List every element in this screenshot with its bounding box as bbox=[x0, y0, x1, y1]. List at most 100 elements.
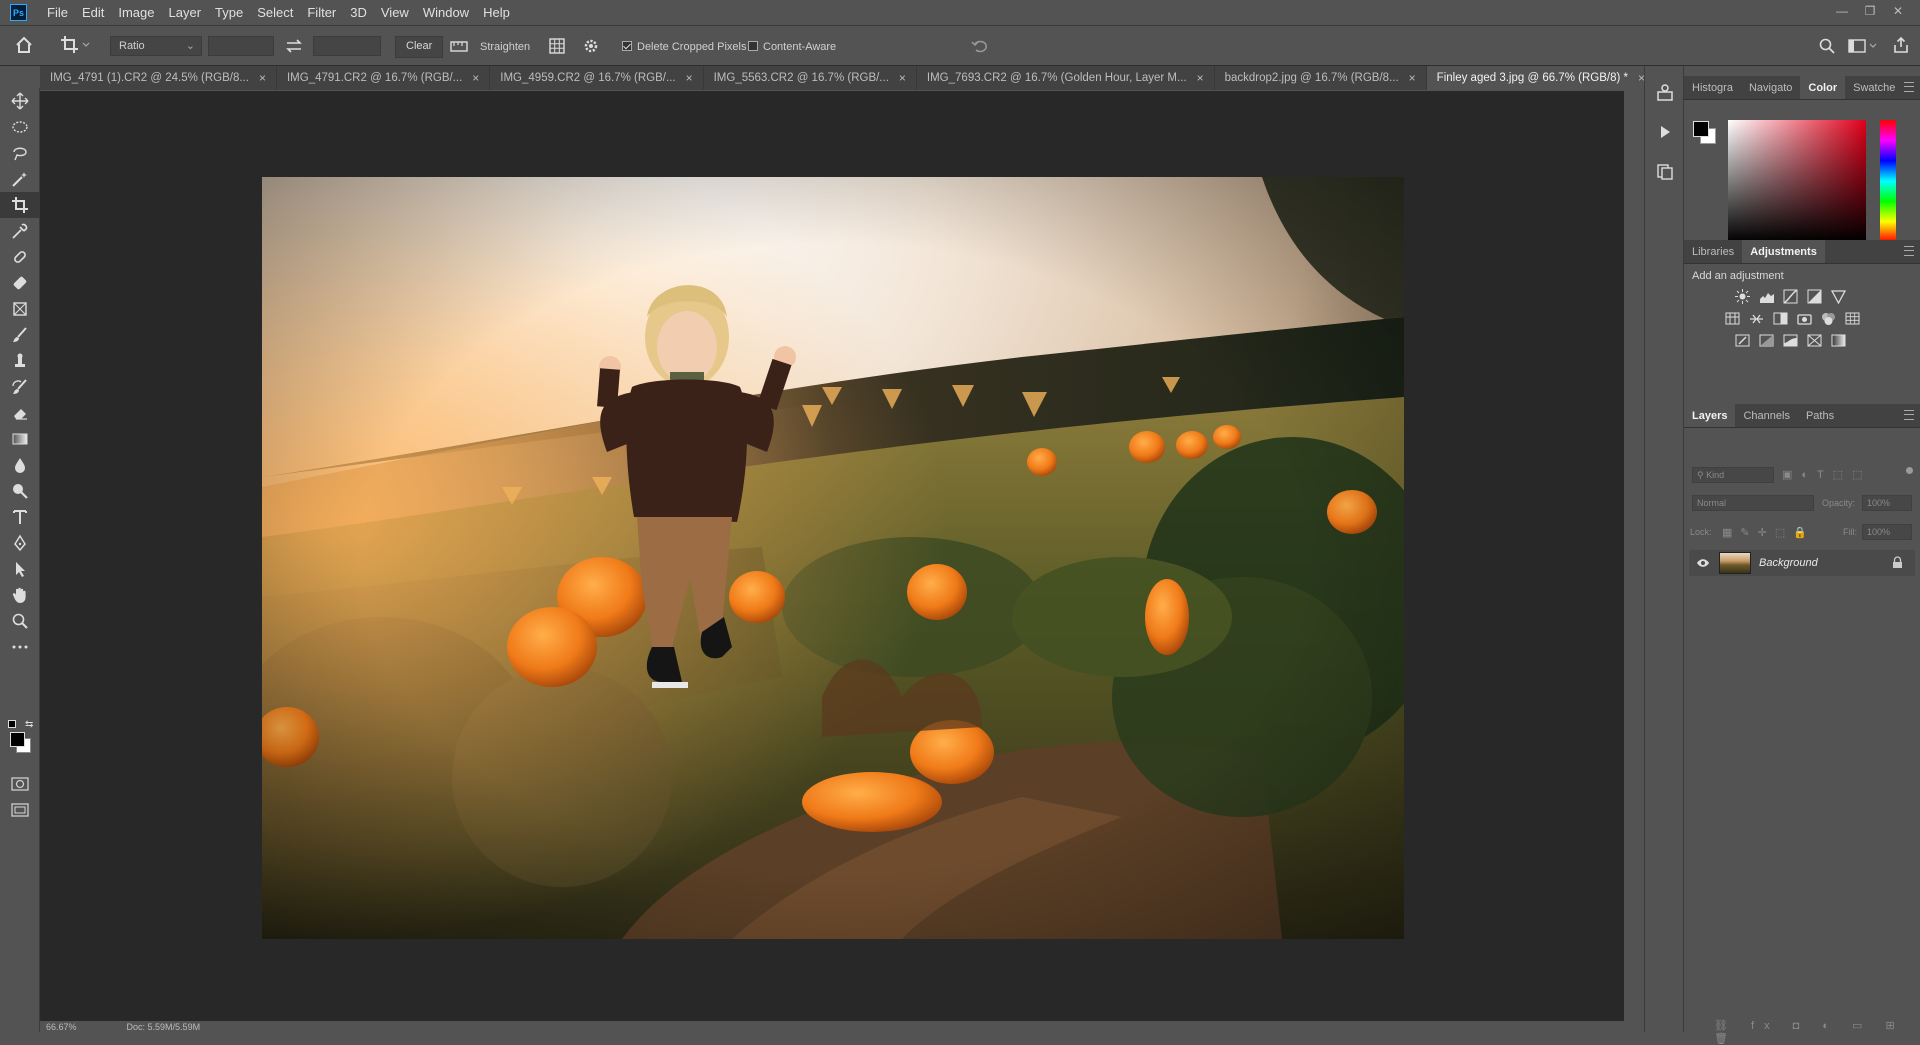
threshold-icon[interactable] bbox=[1782, 333, 1799, 348]
menu-image[interactable]: Image bbox=[111, 0, 161, 26]
zoom-level[interactable]: 66.67% bbox=[46, 1022, 77, 1032]
filter-toggle-icon[interactable] bbox=[1906, 467, 1913, 474]
zoom-tool-icon[interactable] bbox=[0, 608, 40, 634]
menu-edit[interactable]: Edit bbox=[75, 0, 111, 26]
layer-row-background[interactable]: Background bbox=[1689, 550, 1915, 576]
close-tab-icon[interactable]: × bbox=[899, 71, 906, 85]
history-panel-icon[interactable] bbox=[1645, 152, 1685, 192]
tab-adjustments[interactable]: Adjustments bbox=[1742, 240, 1825, 263]
ratio-select[interactable]: Ratio ⌄ bbox=[110, 36, 202, 56]
foreground-color-swatch[interactable] bbox=[10, 732, 25, 747]
history-brush-tool-icon[interactable] bbox=[0, 374, 40, 400]
tab-layers[interactable]: Layers bbox=[1684, 404, 1736, 427]
photo-filter-icon[interactable] bbox=[1796, 311, 1813, 326]
panel-menu-icon[interactable] bbox=[1904, 82, 1914, 92]
document-tab[interactable]: IMG_4959.CR2 @ 16.7% (RGB/... × bbox=[490, 65, 704, 90]
gradient-tool-icon[interactable] bbox=[0, 426, 40, 452]
exposure-icon[interactable] bbox=[1806, 289, 1823, 304]
delete-cropped-pixels-checkbox[interactable]: Delete Cropped Pixels bbox=[622, 36, 746, 58]
workspace-icon[interactable] bbox=[1848, 37, 1878, 59]
dodge-tool-icon[interactable] bbox=[0, 478, 40, 504]
document-photo[interactable] bbox=[262, 177, 1404, 939]
magic-wand-tool-icon[interactable] bbox=[0, 166, 40, 192]
color-lookup-icon[interactable] bbox=[1844, 311, 1861, 326]
document-tab[interactable]: IMG_4791.CR2 @ 16.7% (RGB/... × bbox=[276, 65, 491, 90]
levels-icon[interactable] bbox=[1758, 289, 1775, 304]
document-tab[interactable]: Finley aged 3.jpg @ 66.7% (RGB/8) * × bbox=[1426, 65, 1656, 90]
tab-navigator[interactable]: Navigato bbox=[1741, 76, 1800, 99]
selective-color-icon[interactable] bbox=[1806, 333, 1823, 348]
content-aware-checkbox[interactable]: Content-Aware bbox=[748, 36, 836, 58]
black-white-icon[interactable] bbox=[1772, 311, 1789, 326]
crop-tool-icon[interactable] bbox=[0, 192, 40, 218]
share-icon[interactable] bbox=[1892, 36, 1910, 58]
channel-mixer-icon[interactable] bbox=[1820, 311, 1837, 326]
color-field[interactable] bbox=[1728, 120, 1866, 242]
opacity-field[interactable]: 100% bbox=[1862, 495, 1912, 511]
crop-tool-preset-icon[interactable] bbox=[60, 35, 90, 57]
close-tab-icon[interactable]: × bbox=[1197, 71, 1204, 85]
layer-filter-icons[interactable]: ▣◐T⬚⬚ bbox=[1782, 468, 1872, 481]
width-field[interactable] bbox=[208, 36, 274, 56]
gradient-map-icon[interactable] bbox=[1830, 333, 1847, 348]
menu-view[interactable]: View bbox=[374, 0, 416, 26]
menu-3d[interactable]: 3D bbox=[343, 0, 374, 26]
gear-icon[interactable] bbox=[582, 37, 600, 59]
type-tool-icon[interactable] bbox=[0, 504, 40, 530]
move-tool-icon[interactable] bbox=[0, 88, 40, 114]
straighten-label[interactable]: Straighten bbox=[480, 36, 530, 58]
menu-type[interactable]: Type bbox=[208, 0, 250, 26]
home-icon[interactable] bbox=[14, 36, 34, 58]
menu-layer[interactable]: Layer bbox=[162, 0, 209, 26]
color-balance-icon[interactable] bbox=[1748, 311, 1765, 326]
panel-menu-icon[interactable] bbox=[1904, 410, 1914, 420]
layer-name[interactable]: Background bbox=[1759, 557, 1818, 569]
layer-kind-filter[interactable]: ⚲ Kind bbox=[1692, 467, 1774, 483]
healing-brush-tool-icon[interactable] bbox=[0, 244, 40, 270]
height-field[interactable] bbox=[313, 36, 381, 56]
tab-libraries[interactable]: Libraries bbox=[1684, 240, 1742, 263]
layer-actions-bar[interactable]: ⛓ fx ◘ ◐ ▭ ⊞ 🗑 bbox=[1714, 1019, 1920, 1045]
path-selection-tool-icon[interactable] bbox=[0, 556, 40, 582]
posterize-icon[interactable] bbox=[1758, 333, 1775, 348]
brightness-contrast-icon[interactable] bbox=[1734, 289, 1751, 304]
panel-menu-icon[interactable] bbox=[1904, 246, 1914, 256]
close-tab-icon[interactable]: × bbox=[1409, 71, 1416, 85]
blur-tool-icon[interactable] bbox=[0, 452, 40, 478]
lock-icons[interactable]: ▦✎✛⬚🔒 bbox=[1722, 526, 1815, 539]
hue-slider[interactable] bbox=[1880, 120, 1896, 242]
close-window-button[interactable]: ✕ bbox=[1884, 4, 1912, 18]
clear-button[interactable]: Clear bbox=[395, 36, 444, 58]
eye-icon[interactable] bbox=[1693, 558, 1713, 568]
hue-saturation-icon[interactable] bbox=[1724, 311, 1741, 326]
blend-mode-select[interactable]: Normal bbox=[1692, 495, 1814, 511]
document-tab[interactable]: IMG_5563.CR2 @ 16.7% (RGB/... × bbox=[703, 65, 917, 90]
tab-swatches[interactable]: Swatche bbox=[1845, 76, 1903, 99]
default-colors-icon[interactable] bbox=[8, 720, 16, 728]
screen-mode-icon[interactable] bbox=[10, 802, 30, 821]
more-tools-icon[interactable] bbox=[0, 634, 40, 660]
fill-field[interactable]: 100% bbox=[1862, 524, 1912, 540]
invert-icon[interactable] bbox=[1734, 333, 1751, 348]
menu-help[interactable]: Help bbox=[476, 0, 517, 26]
frame-tool-icon[interactable] bbox=[0, 296, 40, 322]
eyedropper-tool-icon[interactable] bbox=[0, 218, 40, 244]
foreground-color-chip[interactable] bbox=[1693, 121, 1709, 137]
reset-icon[interactable] bbox=[970, 37, 990, 59]
menu-window[interactable]: Window bbox=[416, 0, 476, 26]
document-tab[interactable]: IMG_7693.CR2 @ 16.7% (Golden Hour, Layer… bbox=[916, 65, 1215, 90]
marquee-tool-icon[interactable] bbox=[0, 114, 40, 140]
clone-stamp-tool-icon[interactable] bbox=[0, 348, 40, 374]
curves-icon[interactable] bbox=[1782, 289, 1799, 304]
straighten-icon[interactable] bbox=[450, 39, 468, 61]
brush-tool-icon[interactable] bbox=[0, 322, 40, 348]
document-tab[interactable]: backdrop2.jpg @ 16.7% (RGB/8... × bbox=[1214, 65, 1427, 90]
color-swatches[interactable]: ⇆ bbox=[8, 719, 38, 756]
minimize-button[interactable]: — bbox=[1828, 4, 1856, 18]
patch-tool-icon[interactable] bbox=[0, 270, 40, 296]
tab-channels[interactable]: Channels bbox=[1735, 404, 1797, 427]
menu-filter[interactable]: Filter bbox=[300, 0, 343, 26]
restore-button[interactable]: ❐ bbox=[1856, 4, 1884, 18]
actions-panel-icon[interactable] bbox=[1645, 112, 1685, 152]
tab-histogram[interactable]: Histogra bbox=[1684, 76, 1741, 99]
